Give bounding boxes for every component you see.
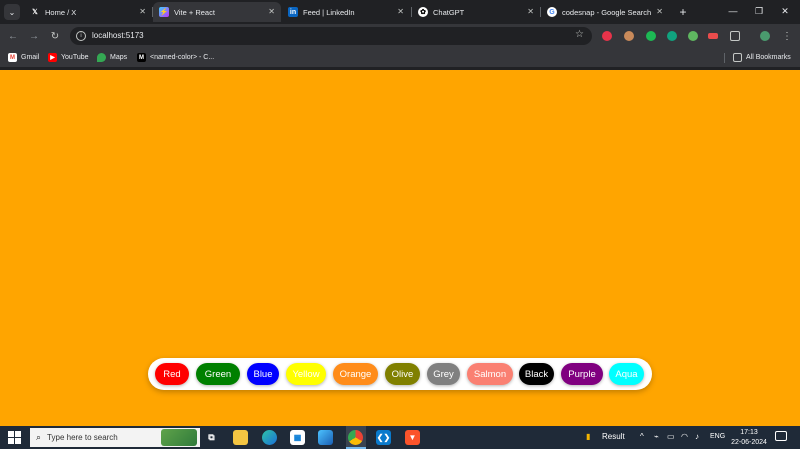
tray-language[interactable]: ENG <box>710 433 725 440</box>
chrome-icon[interactable] <box>348 430 363 445</box>
color-button-olive[interactable]: Olive <box>385 363 420 385</box>
extension-red-icon[interactable] <box>708 33 718 39</box>
taskbar-search-box[interactable]: ⌕ Type here to search <box>30 428 200 447</box>
tab-chatgpt[interactable]: ✿ ChatGPT ✕ <box>412 2 540 22</box>
color-button-red[interactable]: Red <box>155 363 189 385</box>
edge-icon[interactable] <box>262 430 277 445</box>
bookmark-youtube[interactable]: ▶ YouTube <box>48 53 89 62</box>
mdn-icon: M <box>137 53 146 62</box>
color-button-green[interactable]: Green <box>196 363 240 385</box>
page-viewport: Red Green Blue Yellow Orange Olive Grey … <box>0 70 800 426</box>
all-bookmarks-label: All Bookmarks <box>746 54 791 61</box>
tab-home-x[interactable]: 𝕏 Home / X ✕ <box>24 2 152 22</box>
tab-title: Feed | LinkedIn <box>303 7 355 17</box>
site-info-icon[interactable]: i <box>76 31 86 41</box>
color-button-yellow[interactable]: Yellow <box>286 363 326 385</box>
close-icon[interactable]: ✕ <box>527 7 534 16</box>
notification-icon[interactable] <box>775 431 787 441</box>
tray-battery-icon[interactable]: ▭ <box>667 432 675 441</box>
file-explorer-icon[interactable] <box>233 430 248 445</box>
color-button-black[interactable]: Black <box>519 363 554 385</box>
tab-title: Home / X <box>45 7 77 17</box>
google-logo-icon: G <box>547 7 557 17</box>
all-bookmarks-button[interactable]: All Bookmarks <box>733 53 791 62</box>
clock-date: 22-06-2024 <box>731 439 767 446</box>
color-button-bar: Red Green Blue Yellow Orange Olive Grey … <box>148 358 652 390</box>
search-highlight-image <box>161 429 197 446</box>
new-tab-button[interactable]: + <box>675 4 691 20</box>
close-icon[interactable]: ✕ <box>139 7 146 16</box>
tray-volume-icon[interactable]: ♪ <box>695 432 699 441</box>
vite-logo-icon: ⚡ <box>159 7 169 17</box>
restore-icon[interactable]: ❐ <box>752 4 766 18</box>
close-icon[interactable]: ✕ <box>268 7 275 16</box>
extensions-puzzle-icon[interactable] <box>730 31 740 41</box>
photos-icon[interactable] <box>318 430 333 445</box>
browser-toolbar: ← → ↻ i localhost:5173 ☆ ⋮ <box>0 24 800 48</box>
tray-chevron-icon[interactable]: ^ <box>640 432 644 441</box>
address-url[interactable]: localhost:5173 <box>92 31 144 40</box>
tab-search-chevron-icon[interactable]: ⌄ <box>4 4 20 20</box>
extension-grammar-icon[interactable] <box>688 31 698 41</box>
color-button-purple[interactable]: Purple <box>561 363 603 385</box>
widget-icon[interactable]: ▮ <box>586 432 590 441</box>
windows-start-icon[interactable] <box>8 431 21 444</box>
bookmark-maps[interactable]: Maps <box>97 53 127 62</box>
tab-title: Vite + React <box>174 7 215 17</box>
brave-icon[interactable]: ▼ <box>405 430 420 445</box>
vscode-icon[interactable]: ❮❯ <box>376 430 391 445</box>
reload-icon[interactable]: ↻ <box>48 29 62 43</box>
more-menu-icon[interactable]: ⋮ <box>780 29 794 43</box>
search-icon: ⌕ <box>36 432 42 442</box>
tab-title: ChatGPT <box>433 7 465 17</box>
address-bar[interactable]: i localhost:5173 ☆ <box>70 27 592 45</box>
bookmark-label: YouTube <box>61 54 89 61</box>
tab-google-search[interactable]: G codesnap - Google Search ✕ <box>541 2 669 22</box>
color-button-aqua[interactable]: Aqua <box>609 363 644 385</box>
gmail-icon: M <box>8 53 17 62</box>
bookmark-gmail[interactable]: M Gmail <box>8 53 39 62</box>
back-arrow-icon[interactable]: ← <box>6 29 20 43</box>
extension-green-icon[interactable] <box>646 31 656 41</box>
maps-icon <box>97 53 106 62</box>
tab-title: codesnap - Google Search <box>562 7 652 17</box>
tab-vite-react[interactable]: ⚡ Vite + React ✕ <box>153 2 281 22</box>
bookmark-label: Maps <box>110 54 128 61</box>
tab-linkedin[interactable]: in Feed | LinkedIn ✕ <box>282 2 410 22</box>
color-button-grey[interactable]: Grey <box>427 363 460 385</box>
extension-avatar-icon[interactable] <box>624 31 634 41</box>
task-view-icon[interactable]: ⧉ <box>204 430 219 445</box>
color-button-blue[interactable]: Blue <box>247 363 279 385</box>
forward-arrow-icon[interactable]: → <box>27 29 41 43</box>
x-logo-icon: 𝕏 <box>32 9 38 16</box>
windows-taskbar: ⌕ Type here to search ⧉ ▦ ❮❯ ▼ ▮ Result … <box>0 426 800 449</box>
chatgpt-logo-icon: ✿ <box>418 7 428 17</box>
tab-strip: ⌄ 𝕏 Home / X ✕ ⚡ Vite + React ✕ in Feed … <box>0 0 800 24</box>
taskbar-search-placeholder: Type here to search <box>47 433 118 442</box>
bookmark-named-color[interactable]: M <named-color> - C... <box>137 53 214 62</box>
close-icon[interactable]: ✕ <box>656 7 663 16</box>
extension-chatgpt-icon[interactable] <box>667 31 677 41</box>
bookmark-star-icon[interactable]: ☆ <box>575 29 584 40</box>
bookmarks-bar: M Gmail ▶ YouTube Maps M <named-color> -… <box>0 48 800 68</box>
linkedin-logo-icon: in <box>288 7 298 17</box>
minimize-icon[interactable]: — <box>726 4 740 18</box>
close-window-icon[interactable]: ✕ <box>778 4 792 18</box>
color-button-orange[interactable]: Orange <box>333 363 378 385</box>
bookmark-label: <named-color> - C... <box>150 54 215 61</box>
microsoft-store-icon[interactable]: ▦ <box>290 430 305 445</box>
tray-usb-icon[interactable]: ⌁ <box>654 432 659 441</box>
close-icon[interactable]: ✕ <box>397 7 404 16</box>
clock-time: 17:13 <box>740 429 758 436</box>
bookmark-label: Gmail <box>21 54 40 61</box>
widget-result-label[interactable]: Result <box>602 432 625 441</box>
bookmarks-divider <box>724 53 725 63</box>
taskbar-clock[interactable]: 17:13 22-06-2024 <box>727 428 771 448</box>
folder-icon <box>733 53 742 62</box>
profile-avatar-icon[interactable] <box>760 31 770 41</box>
color-button-salmon[interactable]: Salmon <box>467 363 513 385</box>
youtube-icon: ▶ <box>48 53 57 62</box>
extension-record-icon[interactable] <box>602 31 612 41</box>
tray-wifi-icon[interactable]: ◠ <box>681 432 688 441</box>
